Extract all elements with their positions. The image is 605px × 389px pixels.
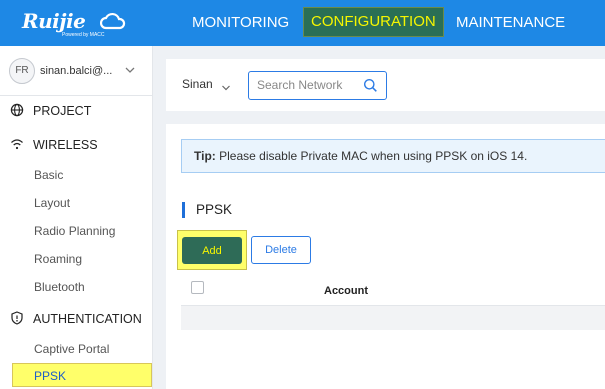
site-selector[interactable]: Sinan	[182, 77, 213, 91]
table-header: Account	[181, 276, 605, 306]
sidebar-item-label: Roaming	[34, 252, 83, 266]
nav-maintenance[interactable]: MAINTENANCE	[456, 0, 565, 46]
sidebar-item-bluetooth[interactable]: Bluetooth	[0, 275, 153, 299]
sidebar-item-label: PPSK	[34, 369, 67, 383]
chevron-down-icon	[124, 63, 136, 81]
sidebar-item-roaming[interactable]: Roaming	[0, 247, 153, 271]
user-menu[interactable]: FR sinan.balci@...	[0, 46, 153, 96]
sidebar-item-layout[interactable]: Layout	[0, 191, 153, 215]
sidebar-item-authentication[interactable]: AUTHENTICATION	[0, 306, 153, 332]
sidebar-item-label: PROJECT	[33, 104, 92, 118]
nav-configuration[interactable]: CONFIGURATION	[303, 7, 444, 37]
search-icon[interactable]	[363, 78, 378, 98]
sidebar-item-basic[interactable]: Basic	[0, 163, 153, 187]
sidebar-item-label: Bluetooth	[34, 280, 85, 294]
chevron-down-icon[interactable]	[221, 80, 231, 98]
top-navigation-bar: Ruijie Powered by MACC MONITORING CONFIG…	[0, 0, 605, 46]
sidebar-item-wireless[interactable]: WIRELESS	[0, 132, 153, 158]
globe-icon	[10, 103, 24, 120]
page-title: PPSK	[182, 202, 232, 218]
tip-banner: Tip: Please disable Private MAC when usi…	[181, 139, 605, 173]
sidebar-item-ppsk[interactable]: PPSK	[12, 363, 152, 387]
add-button[interactable]: Add	[182, 237, 242, 264]
sidebar-item-label: Captive Portal	[34, 342, 110, 356]
table-body	[181, 306, 605, 330]
sidebar-item-label: Layout	[34, 196, 71, 210]
search-box[interactable]	[248, 71, 387, 100]
sidebar-item-radio-planning[interactable]: Radio Planning	[0, 219, 153, 243]
search-input[interactable]	[257, 78, 357, 92]
tip-text: Please disable Private MAC when using PP…	[215, 149, 528, 163]
sidebar-item-project[interactable]: PROJECT	[0, 98, 153, 124]
ppsk-panel: Tip: Please disable Private MAC when usi…	[166, 124, 605, 389]
delete-button[interactable]: Delete	[251, 236, 311, 264]
sidebar-item-captive-portal[interactable]: Captive Portal	[0, 337, 153, 361]
column-header-account[interactable]: Account	[324, 285, 368, 297]
select-all-checkbox[interactable]	[191, 281, 204, 294]
ruijie-logo[interactable]: Ruijie Powered by MACC	[22, 7, 142, 41]
shield-icon	[10, 311, 24, 328]
sidebar-item-label: Radio Planning	[34, 224, 116, 238]
logo-text: Ruijie	[22, 9, 86, 33]
add-button-highlight: Add	[177, 230, 247, 270]
tip-label: Tip:	[194, 149, 216, 163]
sidebar-item-label: Basic	[34, 168, 64, 182]
user-name: sinan.balci@...	[40, 65, 113, 77]
logo-subtitle: Powered by MACC	[62, 32, 105, 38]
sidebar-item-label: WIRELESS	[33, 138, 98, 152]
avatar: FR	[9, 58, 35, 84]
sidebar-item-label: AUTHENTICATION	[33, 312, 142, 326]
wifi-icon	[10, 137, 24, 154]
filter-bar: Sinan	[166, 59, 605, 111]
sidebar: FR sinan.balci@... PROJECT WIRELESS Basi…	[0, 46, 153, 389]
nav-monitoring[interactable]: MONITORING	[192, 0, 289, 46]
